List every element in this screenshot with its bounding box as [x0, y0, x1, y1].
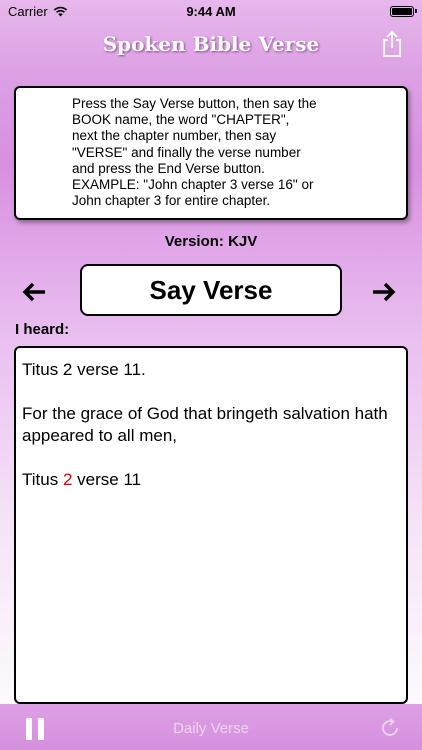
arrow-left-icon[interactable] — [20, 278, 48, 306]
reference-chapter: 2 — [62, 470, 73, 489]
app-title: Spoken Bible Verse — [102, 32, 320, 56]
share-icon[interactable] — [380, 30, 404, 58]
instruction-line: "VERSE" and finally the verse number — [72, 144, 301, 160]
status-bar: Carrier 9:44 AM — [0, 0, 422, 22]
instruction-line: EXAMPLE: "John chapter 3 verse 16" or — [72, 177, 314, 193]
instructions-panel: Press the Say Verse button, then say the… — [14, 86, 408, 220]
say-verse-button[interactable]: Say Verse — [80, 264, 342, 316]
bottom-toolbar: Daily Verse — [0, 704, 422, 750]
instruction-line: BOOK name, the word "CHAPTER", — [72, 112, 290, 128]
recognized-speech: Titus 2 verse 11. — [22, 360, 146, 379]
verse-text: For the grace of God that bringeth salva… — [22, 404, 388, 445]
instruction-line: Press the Say Verse button, then say the — [72, 96, 317, 111]
battery-icon — [390, 5, 417, 17]
carrier-label: Carrier — [8, 3, 48, 19]
wifi-icon — [53, 6, 67, 16]
arrow-right-icon[interactable] — [370, 278, 398, 306]
verse-reference: Titus 2 verse 11 — [22, 469, 400, 491]
version-label: Version: KJV — [164, 233, 258, 250]
instruction-line: and press the End Verse button. — [72, 160, 265, 176]
refresh-icon[interactable] — [378, 716, 402, 740]
reference-verse: verse 11 — [77, 470, 142, 489]
instruction-line: John chapter 3 for entire chapter. — [72, 193, 271, 209]
daily-verse-button[interactable]: Daily Verse — [0, 720, 422, 737]
instruction-line: next the chapter number, then say — [72, 128, 277, 144]
heard-text-area[interactable]: Titus 2 verse 11. For the grace of God t… — [14, 346, 408, 704]
heard-label: I heard: — [15, 321, 70, 338]
reference-book: Titus — [22, 470, 59, 489]
